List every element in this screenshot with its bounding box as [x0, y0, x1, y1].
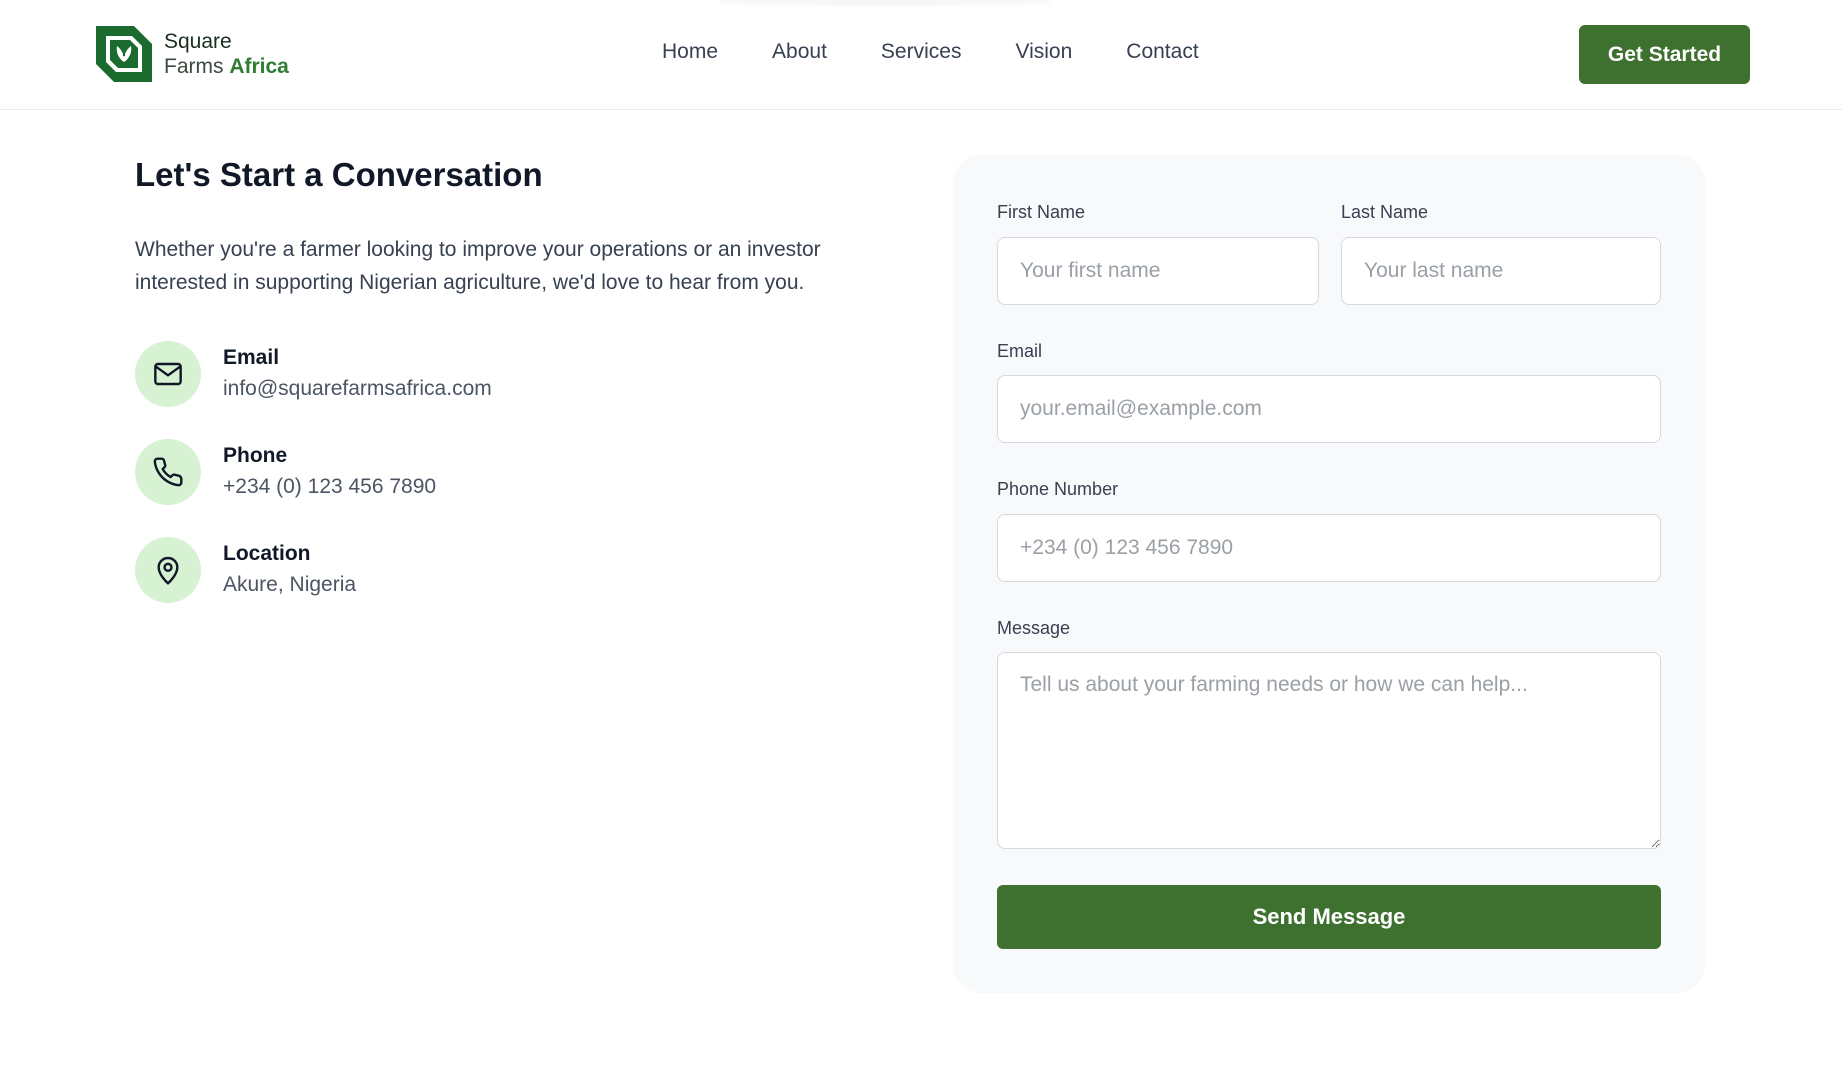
phone-number-input[interactable] — [997, 514, 1661, 582]
logo-wordmark: Square Farms Africa — [164, 29, 289, 79]
nav-contact[interactable]: Contact — [1126, 40, 1198, 64]
square-farms-logo-icon — [96, 26, 152, 82]
message-textarea[interactable] — [997, 652, 1661, 849]
contact-email-label: Email — [223, 346, 280, 369]
contact-phone-label: Phone — [223, 444, 288, 467]
mail-icon — [135, 341, 201, 407]
logo-line2: Farms Africa — [164, 54, 289, 79]
contact-email: Email info@squarefarmsafrica.com — [135, 341, 492, 407]
contact-phone-text: Phone +234 (0) 123 456 7890 — [223, 441, 436, 503]
phone-icon — [135, 439, 201, 505]
contact-phone-value: +234 (0) 123 456 7890 — [223, 475, 437, 498]
logo-link[interactable]: Square Farms Africa — [96, 26, 289, 82]
map-pin-icon — [135, 537, 201, 603]
contact-email-text: Email info@squarefarmsafrica.com — [223, 343, 492, 405]
last-name-input[interactable] — [1341, 237, 1661, 305]
site-header: Square Farms Africa Home About Services … — [0, 0, 1842, 110]
logo-line2-accent: Africa — [229, 55, 289, 78]
contact-location-label: Location — [223, 542, 311, 565]
contact-location-value: Akure, Nigeria — [223, 573, 357, 596]
intro-text: Whether you're a farmer looking to impro… — [135, 238, 821, 294]
contact-phone: Phone +234 (0) 123 456 7890 — [135, 439, 436, 505]
page-title: Let's Start a Conversation — [135, 156, 543, 193]
first-name-label: First Name — [997, 202, 1086, 222]
first-name-input[interactable] — [997, 237, 1319, 305]
nav-services[interactable]: Services — [881, 40, 962, 64]
contact-location-text: Location Akure, Nigeria — [223, 539, 356, 601]
main-nav: Home About Services Vision Contact — [662, 40, 1199, 64]
contact-location: Location Akure, Nigeria — [135, 537, 356, 603]
get-started-button[interactable]: Get Started — [1579, 25, 1750, 84]
contact-email-value: info@squarefarmsafrica.com — [223, 377, 492, 400]
email-label: Email — [997, 341, 1043, 361]
nav-vision[interactable]: Vision — [1015, 40, 1072, 64]
nav-home[interactable]: Home — [662, 40, 718, 64]
logo-line1: Square — [164, 30, 232, 53]
email-input[interactable] — [997, 375, 1661, 443]
message-label: Message — [997, 618, 1071, 638]
contact-form: First Name Last Name Email Phone Number … — [953, 155, 1705, 993]
header-shadow-decoration — [720, 0, 1050, 4]
send-message-button[interactable]: Send Message — [997, 885, 1661, 949]
last-name-label: Last Name — [1341, 202, 1429, 222]
nav-about[interactable]: About — [772, 40, 827, 64]
logo-line2-prefix: Farms — [164, 55, 230, 78]
phone-number-label: Phone Number — [997, 479, 1119, 499]
